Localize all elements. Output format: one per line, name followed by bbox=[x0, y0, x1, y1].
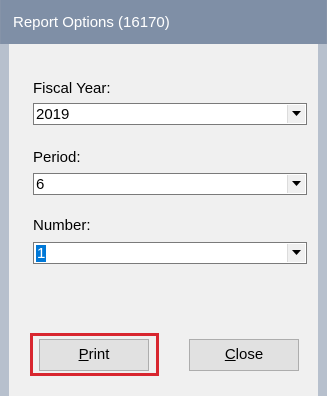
close-mnemonic: C bbox=[224, 346, 236, 363]
close-button[interactable]: Close bbox=[189, 339, 299, 371]
chevron-down-icon bbox=[292, 111, 301, 116]
period-dropdown[interactable]: 6 bbox=[33, 173, 307, 195]
dialog-body: Fiscal Year: 2019 Period: 6 Number: 1 Pr… bbox=[9, 44, 318, 396]
fiscal-year-dropdown-button[interactable] bbox=[287, 105, 305, 123]
chevron-down-icon bbox=[292, 181, 301, 186]
window-frame-left bbox=[0, 44, 9, 396]
print-label-rest: rint bbox=[88, 346, 110, 363]
number-dropdown-button[interactable] bbox=[287, 244, 305, 262]
number-label: Number: bbox=[33, 217, 91, 234]
period-value: 6 bbox=[36, 176, 45, 193]
title-bar[interactable]: Report Options (16170) bbox=[0, 0, 327, 44]
period-label: Period: bbox=[33, 149, 81, 166]
close-label-rest: lose bbox=[235, 346, 264, 363]
report-options-dialog: Report Options (16170) Fiscal Year: 2019… bbox=[0, 0, 327, 396]
number-value: 1 bbox=[36, 245, 47, 262]
print-button[interactable]: Print bbox=[39, 339, 149, 371]
fiscal-year-label: Fiscal Year: bbox=[33, 80, 111, 97]
window-title: Report Options (16170) bbox=[13, 14, 170, 31]
period-dropdown-button[interactable] bbox=[287, 175, 305, 193]
fiscal-year-dropdown[interactable]: 2019 bbox=[33, 103, 307, 125]
number-dropdown[interactable]: 1 bbox=[33, 242, 307, 264]
window-frame-right bbox=[318, 44, 327, 396]
chevron-down-icon bbox=[292, 250, 301, 255]
print-mnemonic: P bbox=[78, 346, 89, 363]
fiscal-year-value: 2019 bbox=[36, 106, 70, 123]
